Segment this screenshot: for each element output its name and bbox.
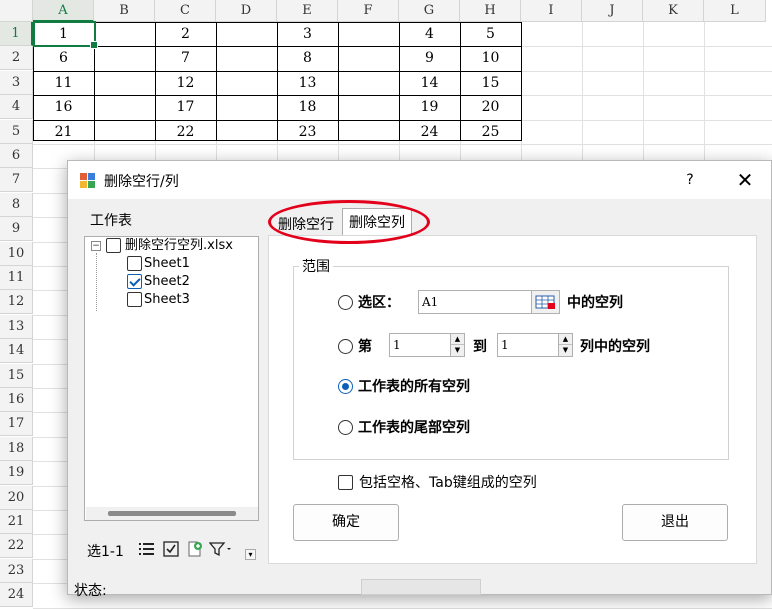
help-button[interactable]: ?	[680, 169, 700, 191]
column-header-j[interactable]: J	[582, 0, 643, 22]
row-header-11[interactable]: 11	[0, 266, 33, 290]
from-label: 第	[358, 339, 372, 355]
radio-tail-empty-columns[interactable]	[338, 420, 353, 435]
column-header-i[interactable]: I	[521, 0, 582, 22]
tail-empty-label: 工作表的尾部空列	[358, 420, 470, 436]
column-header-a[interactable]: A	[33, 0, 94, 22]
status-label: 状态:	[74, 583, 107, 599]
selection-suffix: 中的空列	[567, 295, 623, 311]
row-header-19[interactable]: 19	[0, 461, 33, 486]
to-spin-up-icon[interactable]: ▲	[559, 334, 572, 345]
tree-file-node[interactable]: − 删除空行空列.xlsx	[89, 237, 259, 255]
status-progress-bar	[361, 579, 481, 595]
column-header-l[interactable]: L	[704, 0, 766, 22]
selection-label: 选区：	[358, 295, 400, 311]
row-header-14[interactable]: 14	[0, 339, 33, 364]
gridline	[33, 144, 772, 145]
dialog-titlebar[interactable]: 删除空行/列 ? ✕	[68, 161, 771, 199]
row-header-7[interactable]: 7	[0, 168, 33, 193]
radio-column-range[interactable]	[338, 339, 353, 354]
scroll-thumb[interactable]	[108, 511, 236, 516]
row-header-20[interactable]: 20	[0, 485, 33, 510]
column-header-f[interactable]: F	[338, 0, 399, 22]
from-spin-up-icon[interactable]: ▲	[451, 334, 464, 345]
row-header-17[interactable]: 17	[0, 412, 33, 437]
close-button[interactable]: ✕	[732, 167, 758, 193]
highlight-annotation	[268, 200, 430, 244]
from-spin-down-icon[interactable]: ▼	[451, 345, 464, 356]
radio-selection[interactable]	[338, 295, 353, 310]
row-header-12[interactable]: 12	[0, 290, 33, 315]
collapse-icon[interactable]: −	[91, 241, 101, 251]
sheet3-name: Sheet3	[144, 292, 190, 307]
row-header-22[interactable]: 22	[0, 534, 33, 559]
column-header-b[interactable]: B	[94, 0, 155, 22]
column-header-k[interactable]: K	[643, 0, 704, 22]
active-cell[interactable]	[33, 21, 98, 49]
row-header-16[interactable]: 16	[0, 388, 33, 412]
worksheet-label: 工作表	[90, 213, 132, 229]
range-legend: 范围	[299, 256, 333, 276]
to-label: 到	[473, 339, 487, 355]
row-header-15[interactable]: 15	[0, 363, 33, 388]
to-spinner[interactable]: ▲ ▼	[558, 334, 572, 356]
check-all-icon[interactable]	[163, 541, 179, 557]
column-header-e[interactable]: E	[277, 0, 338, 22]
include-blank-label: 包括空格、Tab键组成的空列	[359, 475, 537, 491]
dialog-title: 删除空行/列	[104, 174, 179, 190]
row-header-2[interactable]: 2	[0, 46, 33, 71]
to-suffix: 列中的空列	[580, 339, 650, 355]
file-checkbox[interactable]	[106, 238, 121, 253]
tree-connector	[96, 253, 97, 311]
row-header-18[interactable]: 18	[0, 436, 33, 461]
row-header-4[interactable]: 4	[0, 95, 33, 120]
sheet1-checkbox[interactable]	[127, 256, 142, 271]
row-header-23[interactable]: 23	[0, 558, 33, 583]
selection-count: 选1-1	[87, 544, 124, 560]
from-spinner[interactable]: ▲ ▼	[450, 334, 464, 356]
add-sheet-icon[interactable]	[186, 540, 204, 558]
row-header-5[interactable]: 5	[0, 119, 33, 144]
exit-button[interactable]: 退出	[622, 504, 728, 541]
range-picker-icon	[535, 295, 555, 309]
range-picker-button[interactable]	[531, 291, 559, 313]
app-icon	[80, 173, 95, 188]
row-header-9[interactable]: 9	[0, 217, 33, 242]
row-header-8[interactable]: 8	[0, 192, 33, 217]
gridline	[33, 607, 772, 609]
radio-all-empty-columns[interactable]	[338, 379, 353, 394]
select-all-corner[interactable]	[0, 0, 33, 22]
row-header-3[interactable]: 3	[0, 70, 33, 95]
to-spin-down-icon[interactable]: ▼	[559, 345, 572, 356]
sheet3-checkbox[interactable]	[127, 292, 142, 307]
filter-icon[interactable]	[209, 541, 233, 557]
row-header-13[interactable]: 13	[0, 314, 33, 339]
row-header-10[interactable]: 10	[0, 241, 33, 266]
column-header-g[interactable]: G	[399, 0, 460, 22]
tab-page-delete-columns: 范围 选区： A1 中的空列 第 1 ▲ ▼ 到 1 ▲ ▼ 列中的空列 工作表…	[268, 235, 757, 564]
list-icon[interactable]	[139, 542, 155, 556]
row-header-1[interactable]: 1	[0, 22, 33, 46]
all-empty-label: 工作表的所有空列	[358, 379, 470, 395]
resize-grip-icon[interactable]: ▾	[245, 549, 256, 560]
tree-hscrollbar[interactable]	[86, 507, 258, 520]
include-blank-checkbox[interactable]	[338, 475, 353, 490]
row-header-21[interactable]: 21	[0, 510, 33, 534]
worksheet-tree[interactable]: − 删除空行空列.xlsx Sheet1 Sheet2 Sheet3	[84, 236, 259, 521]
file-name: 删除空行空列.xlsx	[125, 238, 233, 253]
column-header-c[interactable]: C	[155, 0, 216, 22]
sheet2-checkbox[interactable]	[127, 274, 142, 289]
row-header-6[interactable]: 6	[0, 144, 33, 168]
column-header-d[interactable]: D	[216, 0, 277, 22]
data-range-border	[33, 22, 522, 141]
sheet2-name: Sheet2	[144, 274, 190, 289]
sheet1-name: Sheet1	[144, 256, 190, 271]
ok-button[interactable]: 确定	[293, 504, 399, 541]
column-header-h[interactable]: H	[460, 0, 521, 22]
row-header-24[interactable]: 24	[0, 583, 33, 608]
